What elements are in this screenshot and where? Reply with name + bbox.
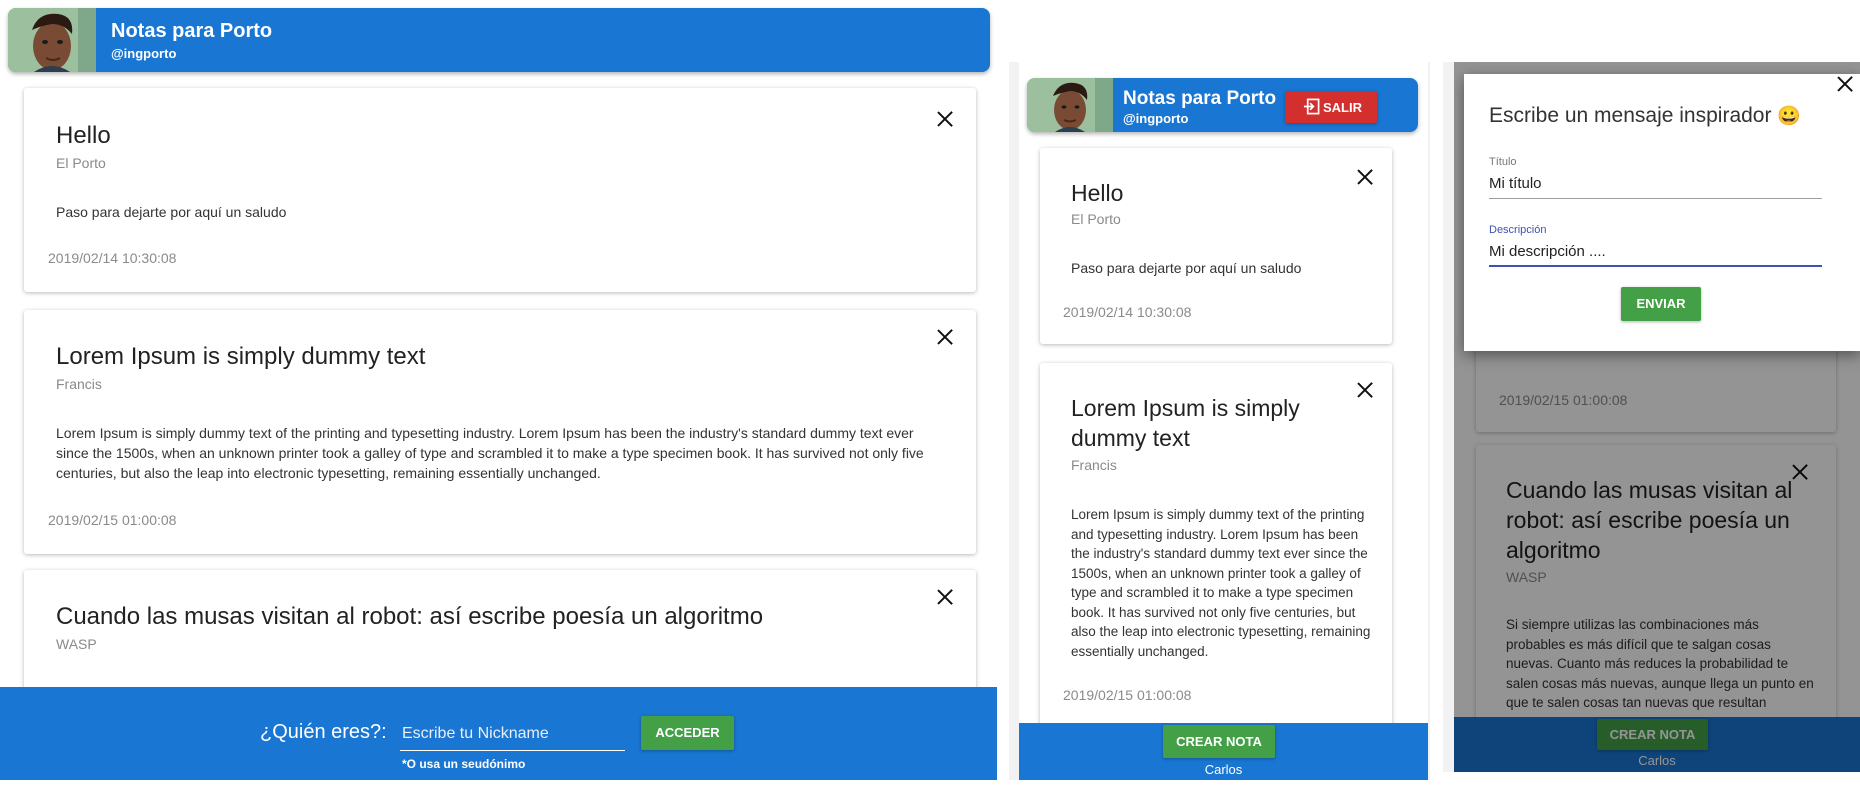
login-bar: ¿Quién eres?: Escribe tu Nickname *O usa…: [0, 687, 997, 780]
note-author: El Porto: [1071, 211, 1121, 227]
logout-label: SALIR: [1323, 100, 1362, 115]
description-field-label: Descripción: [1489, 224, 1547, 236]
note-date: 2019/02/15 01:00:08: [1063, 687, 1192, 703]
note-date: 2019/02/14 10:30:08: [48, 250, 177, 266]
note-title: Hello: [1071, 180, 1124, 206]
smile-emoji-icon: 😀: [1777, 106, 1801, 127]
note-title: Lorem Ipsum is simply dummy text: [56, 343, 426, 370]
note-author: WASP: [56, 636, 97, 652]
mobile-view: Notas para Porto @ingporto SALIR Hello E…: [1009, 62, 1430, 780]
note-author: Francis: [56, 376, 102, 392]
description-field-underline: [1489, 265, 1822, 267]
dialog-heading-text: Escribe un mensaje inspirador: [1489, 104, 1772, 127]
desktop-view: Notas para Porto @ingporto Hello El Port…: [0, 0, 997, 780]
avatar: [8, 8, 96, 72]
close-icon[interactable]: [1354, 379, 1374, 399]
close-icon[interactable]: [934, 586, 956, 608]
note-title: Cuando las musas visitan al robot: así e…: [56, 603, 764, 630]
app-title: Notas para Porto: [1123, 88, 1277, 109]
send-button[interactable]: ENVIAR: [1621, 287, 1701, 321]
app-header: Notas para Porto @ingporto SALIR: [1027, 78, 1418, 132]
avatar-portrait-icon: [1027, 78, 1113, 132]
login-prompt: ¿Quién eres?:: [260, 721, 387, 743]
logout-button[interactable]: SALIR: [1285, 91, 1377, 123]
login-hint: *O usa un seudónimo: [402, 757, 526, 771]
description-field-value: Mi descripción ....: [1489, 243, 1606, 260]
title-field-underline: [1489, 198, 1822, 199]
close-icon[interactable]: [1354, 166, 1374, 186]
title-field-value: Mi título: [1489, 175, 1542, 192]
mobile-screen: Notas para Porto @ingporto SALIR Hello E…: [1019, 62, 1428, 780]
note-card: Lorem Ipsum is simply dummy text Francis…: [24, 310, 976, 554]
title-field-label: Título: [1489, 156, 1517, 168]
logout-icon: [1303, 98, 1320, 115]
close-icon[interactable]: [934, 108, 956, 130]
note-card: Hello El Porto Paso para dejarte por aqu…: [24, 88, 976, 292]
note-title: Hello: [56, 122, 111, 149]
note-title: Lorem Ipsum is simply dummy text: [1071, 395, 1300, 451]
note-author: El Porto: [56, 155, 106, 171]
title-field[interactable]: Mi título: [1489, 171, 1822, 199]
avatar-portrait-icon: [8, 8, 96, 72]
note-date: 2019/02/14 10:30:08: [1063, 304, 1192, 320]
avatar: [1027, 78, 1113, 132]
note-author: Francis: [1071, 457, 1117, 473]
app-header: Notas para Porto @ingporto: [8, 8, 990, 72]
description-field[interactable]: Mi descripción ....: [1489, 239, 1822, 267]
login-button[interactable]: ACCEDER: [641, 716, 734, 750]
session-bar: CREAR NOTA Carlos: [1019, 723, 1428, 780]
note-body: Paso para dejarte por aquí un saludo: [1071, 260, 1302, 276]
app-handle: @ingporto: [111, 46, 177, 61]
note-card: Lorem Ipsum is simply dummy text Francis…: [1040, 363, 1392, 780]
app-title: Notas para Porto: [111, 20, 273, 42]
note-card: Hello El Porto Paso para dejarte por aqu…: [1040, 148, 1392, 344]
note-body: Lorem Ipsum is simply dummy text of the …: [1071, 507, 1371, 659]
close-icon[interactable]: [934, 326, 956, 348]
current-user: Carlos: [1204, 762, 1243, 777]
close-dialog-icon[interactable]: [1834, 73, 1854, 93]
note-date: 2019/02/15 01:00:08: [48, 512, 177, 528]
nickname-input[interactable]: Escribe tu Nickname: [400, 721, 625, 751]
nickname-placeholder: Escribe tu Nickname: [402, 725, 549, 742]
note-body: Lorem Ipsum is simply dummy text of the …: [56, 425, 924, 481]
dialog-screen: 2019/02/15 01:00:08 Cuando las musas vis…: [1454, 62, 1860, 772]
new-note-dialog: Escribe un mensaje inspirador 😀 Título M…: [1464, 74, 1860, 351]
dialog-heading: Escribe un mensaje inspirador 😀: [1489, 104, 1801, 128]
create-note-button[interactable]: CREAR NOTA: [1163, 725, 1275, 758]
note-body: Paso para dejarte por aquí un saludo: [56, 204, 287, 220]
app-handle: @ingporto: [1123, 111, 1189, 126]
dialog-view: 2019/02/15 01:00:08 Cuando las musas vis…: [1443, 62, 1860, 772]
